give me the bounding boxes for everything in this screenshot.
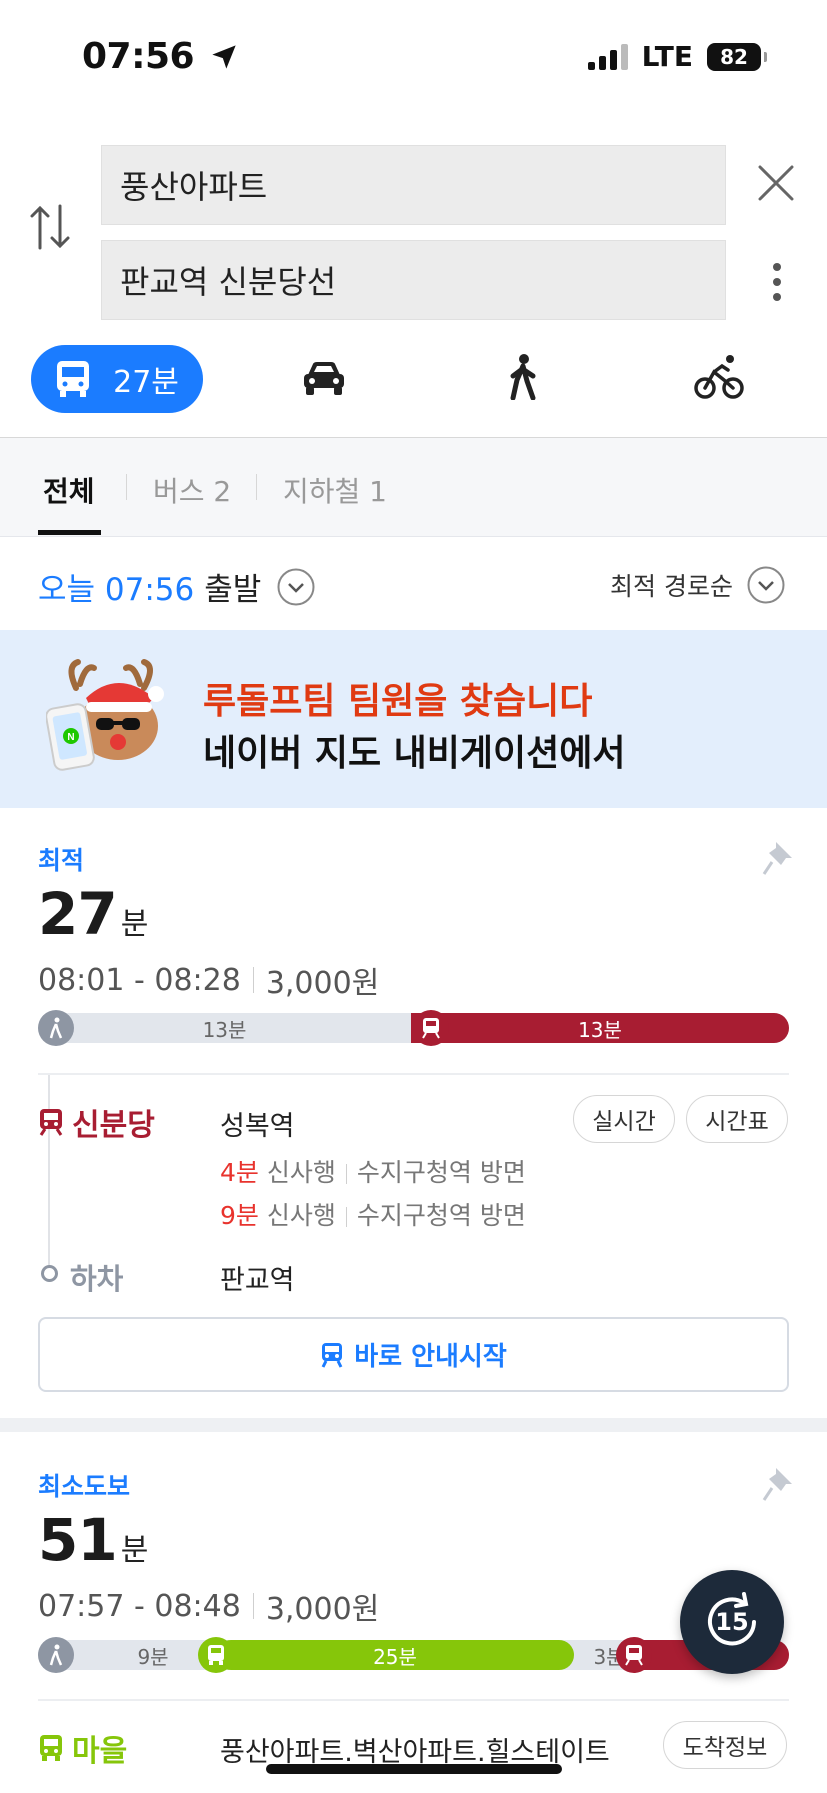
- route-duration: 51 분: [38, 1506, 149, 1574]
- tab-separator: [126, 474, 127, 500]
- route-card-divider: [0, 1418, 827, 1432]
- bus-icon: [198, 1637, 234, 1673]
- departure-time-selector[interactable]: 오늘 07:56 출발: [38, 564, 315, 609]
- tab-active-indicator: [38, 530, 101, 535]
- car-icon: [304, 362, 344, 395]
- subway-icon: [39, 1109, 63, 1136]
- arrival-info-button[interactable]: 도착정보: [663, 1721, 787, 1769]
- departure-time: 오늘 07:56: [38, 572, 195, 608]
- sort-label: 최적 경로순: [610, 572, 733, 601]
- route-time-fare: 07:57 - 08:48 3,000원: [38, 1588, 380, 1628]
- banner-subline: 네이버 지도 내비게이션에서: [203, 733, 626, 774]
- reindeer-mascot-icon: N: [45, 658, 176, 773]
- route-progress-bar: 13분 13분: [38, 1010, 789, 1046]
- status-time: 07:56: [82, 36, 238, 77]
- alight-label: 하차: [70, 1262, 124, 1296]
- tab-separator: [256, 474, 257, 500]
- tab-all[interactable]: 전체: [43, 470, 95, 510]
- close-button[interactable]: [757, 164, 795, 206]
- mode-transit[interactable]: 27분: [31, 345, 203, 413]
- svg-text:N: N: [67, 732, 74, 743]
- walk-segment: 13분: [202, 1017, 247, 1042]
- chevron-down-icon: [277, 568, 315, 605]
- divider: [252, 1593, 254, 1619]
- section-divider: [38, 1699, 789, 1701]
- walk-icon: [510, 354, 536, 401]
- location-arrow-icon: [212, 45, 236, 69]
- promo-banner[interactable]: N 루돌프팀 팀원을 찾습니다 네이버 지도 내비게이션에서: [0, 630, 827, 808]
- departure-label: 출발: [204, 572, 262, 608]
- section-divider: [38, 1073, 789, 1075]
- close-icon: [758, 165, 794, 201]
- pin-icon: [762, 1468, 792, 1501]
- mode-bicycle[interactable]: [694, 354, 744, 404]
- swap-arrows-icon: [30, 204, 70, 250]
- signal-icon: [587, 43, 628, 70]
- alight-marker: [41, 1265, 58, 1282]
- arrival-row: 4분 신사행 수지구청역 방면: [220, 1158, 526, 1187]
- chevron-down-icon: [747, 566, 785, 604]
- board-station: 성복역: [220, 1111, 295, 1142]
- sort-selector[interactable]: 최적 경로순: [610, 566, 785, 604]
- timetable-button[interactable]: 시간표: [686, 1095, 788, 1143]
- mode-walk[interactable]: [505, 354, 541, 404]
- tab-bus[interactable]: 버스 2: [153, 470, 231, 510]
- route-duration: 27 분: [38, 880, 149, 948]
- route-time-fare: 08:01 - 08:28 3,000원: [38, 962, 380, 1002]
- replay-15-button[interactable]: 15: [680, 1570, 784, 1674]
- arrival-row: 9분 신사행 수지구청역 방면: [220, 1201, 526, 1230]
- subway-icon: [616, 1637, 652, 1673]
- start-navigation-button[interactable]: 바로 안내시작: [38, 1317, 789, 1392]
- bus-segment: 25분: [216, 1640, 574, 1670]
- bicycle-icon: [694, 355, 744, 399]
- status-indicators: LTE 82: [587, 40, 767, 73]
- realtime-button[interactable]: 실시간: [573, 1095, 675, 1143]
- route-filter-tabs: [0, 437, 827, 537]
- walk-icon: [38, 1010, 74, 1046]
- home-indicator[interactable]: [266, 1764, 562, 1774]
- network-label: LTE: [641, 40, 693, 73]
- subway-icon: [321, 1342, 343, 1368]
- tab-subway[interactable]: 지하철 1: [283, 470, 387, 510]
- mode-car[interactable]: [302, 359, 346, 401]
- transit-duration: 27분: [113, 365, 179, 400]
- bus-line-label: 마을: [38, 1726, 127, 1770]
- route-progress-bar: 9분 25분 3분: [38, 1637, 789, 1673]
- pin-button[interactable]: [762, 840, 794, 880]
- bus-icon: [57, 361, 90, 397]
- route-tag: 최소도보: [38, 1472, 131, 1501]
- subway-icon: [413, 1010, 449, 1046]
- battery-icon: 82: [707, 42, 767, 71]
- subway-segment: 13분: [411, 1013, 789, 1043]
- route-tag: 최적: [38, 846, 85, 875]
- banner-headline: 루돌프팀 팀원을 찾습니다: [203, 681, 593, 722]
- more-vertical-icon: [773, 263, 781, 301]
- swap-button[interactable]: [28, 202, 72, 256]
- alight-station: 판교역: [220, 1265, 295, 1296]
- pin-button[interactable]: [762, 1466, 794, 1506]
- divider: [252, 967, 254, 993]
- subway-line-label: 신분당: [38, 1100, 155, 1144]
- pin-icon: [762, 842, 792, 875]
- walk-icon: [38, 1637, 74, 1673]
- more-options-button[interactable]: [772, 262, 782, 306]
- origin-input[interactable]: 풍산아파트: [101, 145, 726, 225]
- destination-input[interactable]: 판교역 신분당선: [101, 240, 726, 320]
- bus-icon: [40, 1735, 62, 1761]
